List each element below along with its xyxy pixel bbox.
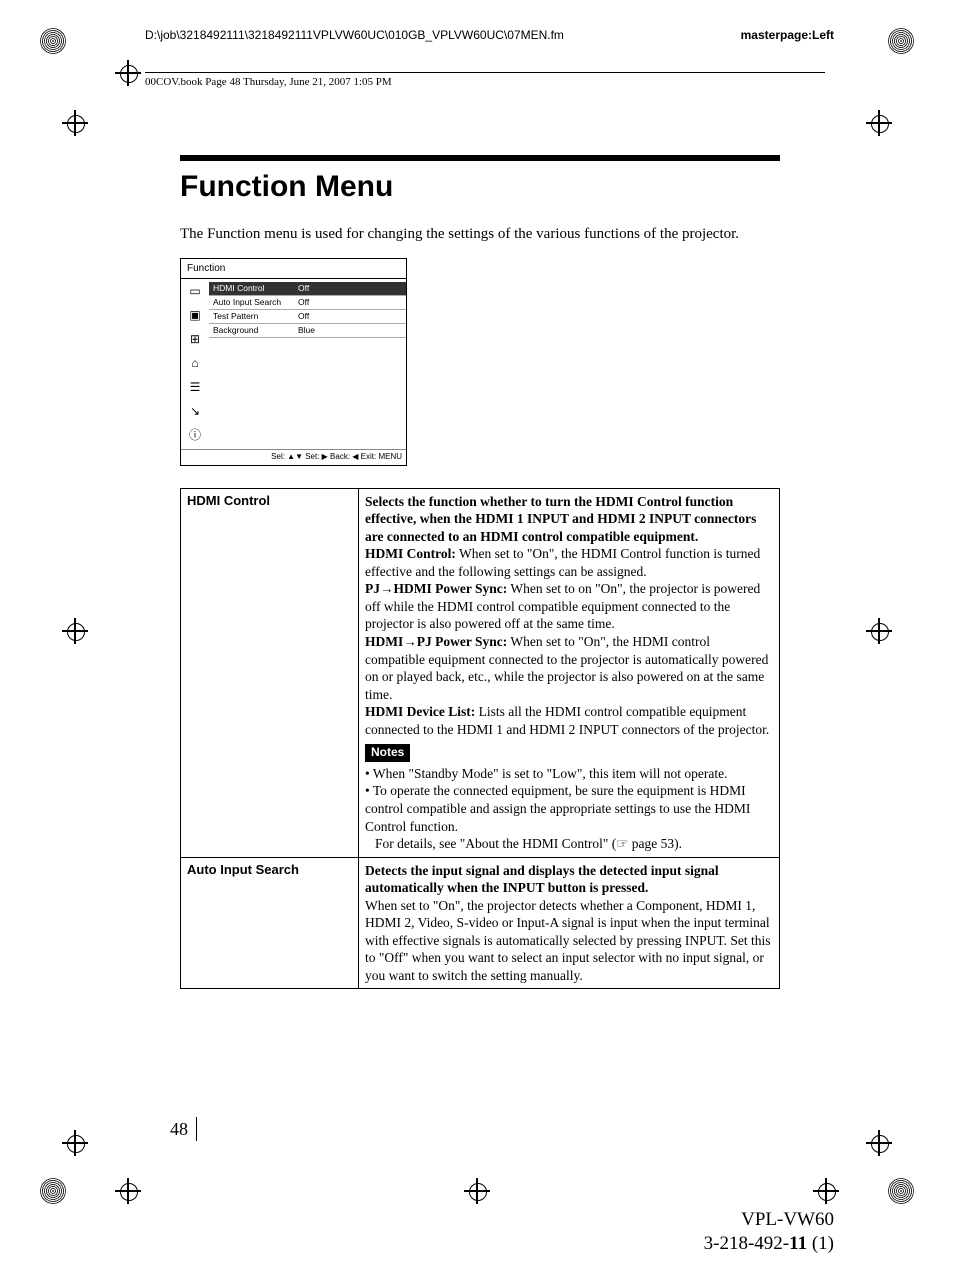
intro-text: The Function menu is used for changing t… [180,224,780,244]
note-item: To operate the connected equipment, be s… [365,783,750,833]
doc-number-bold: 11 [789,1233,807,1254]
setup-icon: ⌂ [187,356,203,372]
subitem-label: HDMI Control: [365,546,456,561]
note-ref: For details, see "About the HDMI Control… [375,835,682,853]
osd-row-label: HDMI Control [213,283,298,294]
page-number: 48 [170,1117,197,1141]
crop-mark [62,1130,88,1156]
osd-row: Test Pattern Off [209,310,406,324]
subitem-label: HDMI→PJ Power Sync: [365,634,507,649]
screen-icon: ⊞ [187,332,203,348]
section-rule [180,155,780,161]
function-icon: ☰ [187,380,203,396]
advanced-picture-icon: ▣ [187,308,203,324]
note-item: When "Standby Mode" is set to "Low", thi… [373,766,728,781]
crop-mark [866,618,892,644]
setting-description: Selects the function whether to turn the… [359,488,780,857]
body-text: When set to "On", the projector detects … [365,898,771,983]
masterpage-label: masterpage:Left [741,28,834,44]
crop-mark [866,110,892,136]
register-mark [888,28,914,54]
subitem-label: HDMI Device List: [365,704,475,719]
lead-text: Detects the input signal and displays th… [365,863,719,896]
notes-label: Notes [365,744,410,762]
doc-number-pre: 3-218-492- [704,1233,789,1254]
table-row: Auto Input Search Detects the input sign… [181,857,780,989]
osd-row-label: Auto Input Search [213,297,298,308]
register-mark [40,28,66,54]
osd-row-value: Off [298,297,402,308]
osd-row: HDMI Control Off [209,282,406,296]
crop-mark [115,60,141,86]
page-title: Function Menu [180,167,780,206]
table-row: HDMI Control Selects the function whethe… [181,488,780,857]
installation-icon: ↘ [187,404,203,420]
information-icon: ⓘ [187,428,203,444]
osd-row-value: Blue [298,325,402,336]
file-path: D:\job\3218492111\3218492111VPLVW60UC\01… [145,28,564,44]
crop-mark [62,618,88,644]
register-mark [888,1178,914,1204]
cov-line: 00COV.book Page 48 Thursday, June 21, 20… [145,72,825,89]
crop-mark [464,1178,490,1204]
picture-icon: ▭ [187,284,203,300]
footer-model: VPL-VW60 [704,1208,834,1232]
setting-name: HDMI Control [181,488,359,857]
setting-description: Detects the input signal and displays th… [359,857,780,989]
crop-mark [813,1178,839,1204]
subitem-label: PJ→HDMI Power Sync: [365,581,507,596]
crop-mark [62,110,88,136]
doc-number-post: (1) [807,1233,834,1254]
register-mark [40,1178,66,1204]
lead-text: Selects the function whether to turn the… [365,494,756,544]
setting-name: Auto Input Search [181,857,359,989]
osd-icon-column: ▭ ▣ ⊞ ⌂ ☰ ↘ ⓘ [181,279,209,449]
osd-row-value: Off [298,283,402,294]
osd-menu-list: HDMI Control Off Auto Input Search Off T… [209,279,406,449]
osd-row-label: Test Pattern [213,311,298,322]
osd-row: Background Blue [209,324,406,338]
osd-menu-title: Function [181,259,406,279]
settings-table: HDMI Control Selects the function whethe… [180,488,780,990]
crop-mark [115,1178,141,1204]
osd-row-label: Background [213,325,298,336]
osd-menu: Function ▭ ▣ ⊞ ⌂ ☰ ↘ ⓘ HDMI Control Off … [180,258,407,465]
crop-mark [866,1130,892,1156]
osd-footer-hints: Sel: ▲▼ Set: ▶ Back: ◀ Exit: MENU [181,449,406,464]
osd-row-value: Off [298,311,402,322]
osd-row: Auto Input Search Off [209,296,406,310]
footer-doc-info: VPL-VW60 3-218-492-11 (1) [704,1208,834,1256]
